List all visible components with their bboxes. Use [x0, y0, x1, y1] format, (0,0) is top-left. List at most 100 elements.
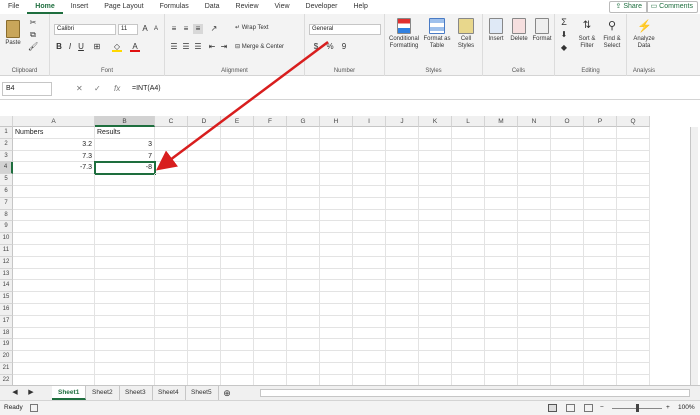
- cell-q21[interactable]: [617, 363, 650, 375]
- cell-q19[interactable]: [617, 339, 650, 352]
- select-all-corner[interactable]: [0, 116, 13, 127]
- cell-b17[interactable]: [95, 315, 155, 328]
- cell-p4[interactable]: [584, 162, 617, 175]
- cell-d9[interactable]: [188, 221, 221, 234]
- cell-a9[interactable]: [13, 221, 95, 234]
- cell-h16[interactable]: [320, 304, 353, 316]
- cell-l6[interactable]: [452, 186, 485, 198]
- cell-b2[interactable]: 3: [95, 138, 155, 151]
- cell-c7[interactable]: [155, 197, 188, 210]
- cell-h6[interactable]: [320, 186, 353, 198]
- cell-c17[interactable]: [155, 315, 188, 328]
- row-header-18[interactable]: 18: [0, 327, 13, 340]
- cell-g4[interactable]: [287, 162, 320, 175]
- cell-h13[interactable]: [320, 268, 353, 281]
- cell-l12[interactable]: [452, 256, 485, 269]
- sheet-tab-sheet3[interactable]: Sheet3: [119, 386, 153, 400]
- cell-p15[interactable]: [584, 292, 617, 304]
- comma-icon[interactable]: 9: [339, 42, 349, 52]
- cell-l20[interactable]: [452, 351, 485, 363]
- cell-m9[interactable]: [485, 221, 518, 234]
- cell-f13[interactable]: [254, 268, 287, 281]
- cell-q7[interactable]: [617, 197, 650, 210]
- tab-review[interactable]: Review: [228, 0, 267, 14]
- cell-h5[interactable]: [320, 174, 353, 186]
- cell-k19[interactable]: [419, 339, 452, 352]
- cell-q13[interactable]: [617, 268, 650, 281]
- cell-o20[interactable]: [551, 351, 584, 363]
- cell-j15[interactable]: [386, 292, 419, 304]
- cell-f21[interactable]: [254, 363, 287, 375]
- tab-formulas[interactable]: Formulas: [152, 0, 197, 14]
- cell-a10[interactable]: [13, 233, 95, 245]
- cell-m13[interactable]: [485, 268, 518, 281]
- cell-n5[interactable]: [518, 174, 551, 186]
- cell-f17[interactable]: [254, 315, 287, 328]
- cell-d8[interactable]: [188, 209, 221, 222]
- cell-k12[interactable]: [419, 256, 452, 269]
- cell-i15[interactable]: [353, 292, 386, 304]
- cell-n1[interactable]: [518, 127, 551, 139]
- cell-m8[interactable]: [485, 209, 518, 222]
- cell-i18[interactable]: [353, 327, 386, 340]
- cell-f11[interactable]: [254, 245, 287, 257]
- cell-p21[interactable]: [584, 363, 617, 375]
- cell-k17[interactable]: [419, 315, 452, 328]
- cell-q14[interactable]: [617, 280, 650, 293]
- cell-styles-button[interactable]: Cell Styles: [453, 18, 479, 50]
- number-format-select[interactable]: General: [309, 24, 381, 35]
- cell-a16[interactable]: [13, 304, 95, 316]
- cell-o2[interactable]: [551, 138, 584, 151]
- analyze-data-button[interactable]: ⚡ Analyze Data: [629, 18, 659, 50]
- zoom-in-icon[interactable]: +: [666, 401, 670, 415]
- cell-n10[interactable]: [518, 233, 551, 245]
- row-header-6[interactable]: 6: [0, 186, 13, 198]
- cell-c13[interactable]: [155, 268, 188, 281]
- cell-j2[interactable]: [386, 138, 419, 151]
- fill-color-icon[interactable]: ◇: [112, 42, 122, 52]
- cell-o5[interactable]: [551, 174, 584, 186]
- cell-o7[interactable]: [551, 197, 584, 210]
- cell-k18[interactable]: [419, 327, 452, 340]
- cell-e1[interactable]: [221, 127, 254, 139]
- cell-f20[interactable]: [254, 351, 287, 363]
- cell-a12[interactable]: [13, 256, 95, 269]
- cell-p17[interactable]: [584, 315, 617, 328]
- cell-q9[interactable]: [617, 221, 650, 234]
- cell-l18[interactable]: [452, 327, 485, 340]
- cell-f9[interactable]: [254, 221, 287, 234]
- wrap-text-button[interactable]: ↵ Wrap Text: [235, 25, 269, 32]
- cell-b21[interactable]: [95, 363, 155, 375]
- cell-l14[interactable]: [452, 280, 485, 293]
- cell-d16[interactable]: [188, 304, 221, 316]
- cell-q15[interactable]: [617, 292, 650, 304]
- cell-c4[interactable]: [155, 162, 188, 175]
- cell-m19[interactable]: [485, 339, 518, 352]
- cell-b6[interactable]: [95, 186, 155, 198]
- cell-b15[interactable]: [95, 292, 155, 304]
- cell-q18[interactable]: [617, 327, 650, 340]
- tab-help[interactable]: Help: [345, 0, 375, 14]
- tab-file[interactable]: File: [0, 0, 27, 14]
- cell-a7[interactable]: [13, 197, 95, 210]
- cell-c5[interactable]: [155, 174, 188, 186]
- cell-q17[interactable]: [617, 315, 650, 328]
- cell-e8[interactable]: [221, 209, 254, 222]
- cell-i12[interactable]: [353, 256, 386, 269]
- cell-d4[interactable]: [188, 162, 221, 175]
- cell-i21[interactable]: [353, 363, 386, 375]
- cell-o9[interactable]: [551, 221, 584, 234]
- cell-i8[interactable]: [353, 209, 386, 222]
- cell-c18[interactable]: [155, 327, 188, 340]
- cell-j21[interactable]: [386, 363, 419, 375]
- cell-f14[interactable]: [254, 280, 287, 293]
- cell-e9[interactable]: [221, 221, 254, 234]
- decrease-font-icon[interactable]: A: [151, 24, 161, 34]
- cell-d11[interactable]: [188, 245, 221, 257]
- cell-o11[interactable]: [551, 245, 584, 257]
- underline-icon[interactable]: U: [76, 42, 86, 52]
- name-box[interactable]: B4: [2, 82, 52, 96]
- cell-k10[interactable]: [419, 233, 452, 245]
- align-right-icon[interactable]: ☰: [193, 42, 203, 52]
- cell-b12[interactable]: [95, 256, 155, 269]
